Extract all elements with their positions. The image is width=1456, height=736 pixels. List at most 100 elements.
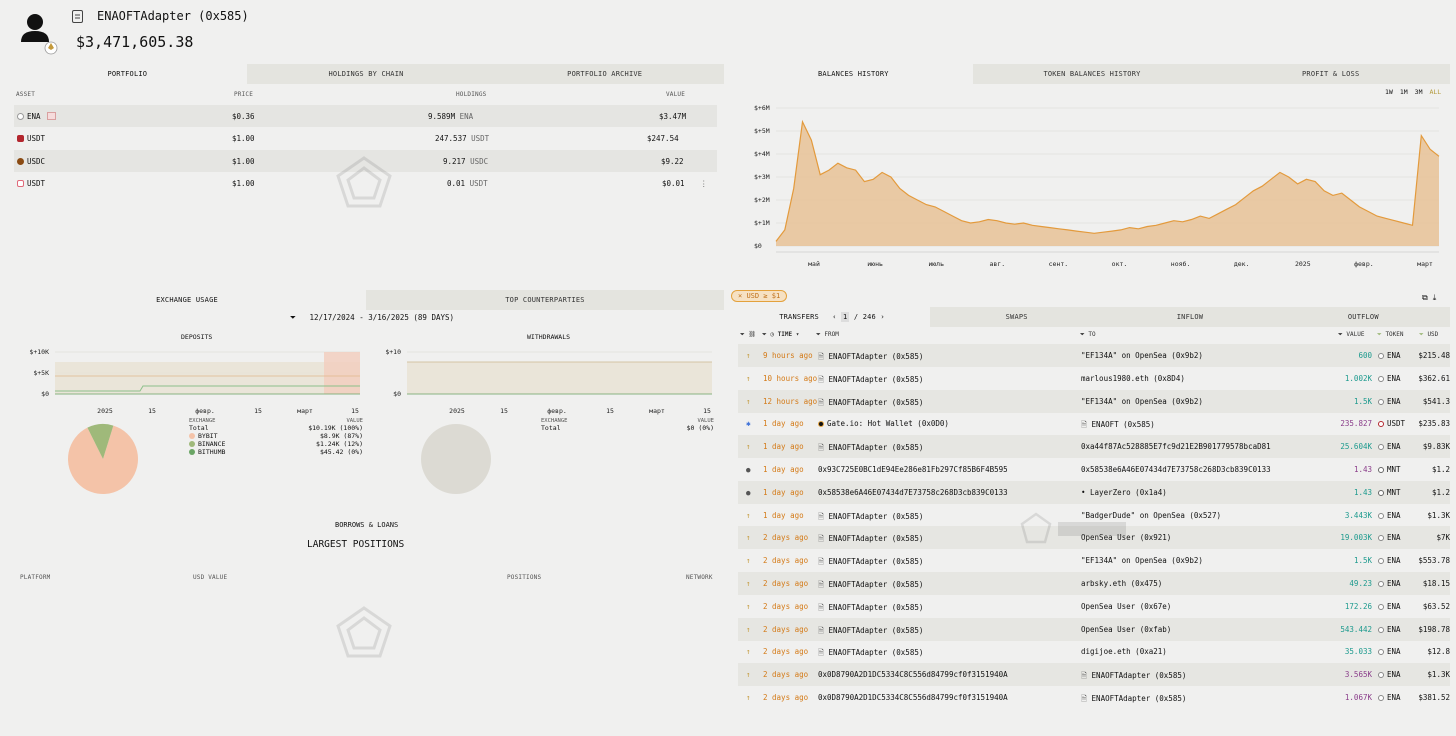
transfer-from[interactable]: 0x93C725E0BC1dE94Ee286e81Fb297Cf85B6F4B5… — [818, 465, 1008, 474]
transfer-row[interactable]: ● 1 day ago 0x93C725E0BC1dE94Ee286e81Fb297… — [738, 458, 1450, 481]
transfer-time[interactable]: 2 days ago — [763, 602, 808, 611]
portfolio-row[interactable]: USDT $1.00 247.537 USDT $247.54 — [14, 127, 717, 149]
tab-top-counterparties[interactable]: TOP COUNTERPARTIES — [366, 290, 724, 310]
transfer-token[interactable]: ENA — [1378, 625, 1401, 634]
page-current[interactable]: 1 — [841, 312, 850, 322]
transfer-row[interactable]: ↑ 2 days ago 🗎 ENAOFTAdapter (0x585) OpenSe… — [738, 617, 1450, 641]
transfer-to[interactable]: "EF134A" on OpenSea (0x9b2) — [1081, 397, 1203, 406]
copy-icon[interactable]: ⧉ — [1422, 293, 1428, 303]
transfer-time[interactable]: 2 days ago — [763, 693, 808, 702]
transfer-to[interactable]: • LayerZero (0x1a4) — [1081, 488, 1167, 497]
transfer-time[interactable]: 2 days ago — [763, 533, 808, 542]
transfer-time[interactable]: 2 days ago — [763, 625, 808, 634]
transfer-to[interactable]: 0xa44f87Ac528885E7fc9d21E2B901779578bcaD… — [1081, 442, 1271, 451]
next-page-icon[interactable]: › — [880, 313, 884, 321]
transfer-time[interactable]: 2 days ago — [763, 556, 808, 565]
transfer-from[interactable]: 0x0D8790A2D1DC5334C8C556d84799cf0f315194… — [818, 670, 1008, 679]
transfer-token[interactable]: MNT — [1378, 488, 1401, 497]
transfer-row[interactable]: ↑ 10 hours ago 🗎 ENAOFTAdapter (0x585) marl… — [738, 367, 1450, 390]
transfer-from[interactable]: 🗎 ENAOFTAdapter (0x585) — [818, 442, 923, 455]
transfer-from[interactable]: 🗎 ENAOFTAdapter (0x585) — [818, 351, 923, 364]
transfer-row[interactable]: ✱ 1 day ago Gate.io: Hot Wallet (0x0D0) 🗎 E… — [738, 412, 1450, 435]
portfolio-row[interactable]: ENA $0.36 9.589M ENA $3.47M — [14, 105, 717, 127]
transfer-to[interactable]: OpenSea User (0xfab) — [1081, 625, 1171, 634]
transfer-token[interactable]: ENA — [1378, 511, 1401, 520]
date-range-filter[interactable]: ⏷ 12/17/2024 - 3/16/2025 (89 DAYS) — [290, 313, 454, 323]
transfer-time[interactable]: 12 hours ago — [763, 397, 817, 406]
tab-portfolio[interactable]: PORTFOLIO — [8, 64, 247, 84]
transfer-from[interactable]: 🗎 ENAOFTAdapter (0x585) — [818, 511, 923, 524]
range-all[interactable]: ALL — [1429, 88, 1441, 96]
transfer-to[interactable]: digijoe.eth (0xa21) — [1081, 647, 1167, 656]
legend-item-bybit[interactable]: BYBIT $8.9K (87%) — [189, 432, 363, 440]
transfer-row[interactable]: ↑ 1 day ago 🗎 ENAOFTAdapter (0x585) 0xa44f8… — [738, 435, 1450, 459]
transfer-time[interactable]: 2 days ago — [763, 647, 808, 656]
transfer-from[interactable]: 🗎 ENAOFTAdapter (0x585) — [818, 625, 923, 638]
tab-outflow[interactable]: OUTFLOW — [1276, 307, 1450, 327]
col-positions[interactable]: POSITIONS — [507, 574, 541, 581]
legend-item-bithumb[interactable]: BITHUMB $45.42 (0%) — [189, 448, 363, 456]
transfer-to[interactable]: 0x58538e6A46E07434d7E73758c268D3cb839C01… — [1081, 465, 1271, 474]
tab-inflow[interactable]: INFLOW — [1103, 307, 1277, 327]
transfer-row[interactable]: ● 1 day ago 0x58538e6A46E07434d7E73758c268… — [738, 480, 1450, 504]
usd-filter-chip[interactable]: × USD ≥ $1 — [731, 290, 788, 302]
deposits-chart[interactable]: $+10K $+5K $0 2025 15 февр. 15 март 15 — [20, 344, 365, 419]
transfer-token[interactable]: ENA — [1378, 374, 1401, 383]
transfer-row[interactable]: ↑ 2 days ago 🗎 ENAOFTAdapter (0x585) arbsky… — [738, 572, 1450, 595]
col-value[interactable]: ⏷ VALUE — [1338, 331, 1364, 339]
range-1m[interactable]: 1M — [1400, 88, 1408, 96]
col-time[interactable]: ⏷ ◷ TIME ▾ — [762, 331, 799, 339]
transfer-token[interactable]: ENA — [1378, 442, 1401, 451]
tab-swaps[interactable]: SWAPS — [930, 307, 1104, 327]
transfer-from[interactable]: 🗎 ENAOFTAdapter (0x585) — [818, 556, 923, 569]
transfer-token[interactable]: USDT — [1378, 419, 1405, 428]
col-from[interactable]: ⏷ FROM — [816, 331, 839, 339]
tab-token-balances-history[interactable]: TOKEN BALANCES HISTORY — [972, 64, 1212, 84]
transfer-time[interactable]: 9 hours ago — [763, 351, 813, 360]
transfer-from[interactable]: 🗎 ENAOFTAdapter (0x585) — [818, 647, 923, 660]
tab-transfers[interactable]: TRANSFERS ‹ 1 / 246 › — [734, 307, 930, 327]
transfer-token[interactable]: ENA — [1378, 579, 1401, 588]
transfer-token[interactable]: ENA — [1378, 670, 1401, 679]
transfer-to[interactable]: arbsky.eth (0x475) — [1081, 579, 1162, 588]
transfer-from[interactable]: 0x0D8790A2D1DC5334C8C556d84799cf0f315194… — [818, 693, 1008, 702]
legend-item-binance[interactable]: BINANCE $1.24K (12%) — [189, 440, 363, 448]
row-menu-icon[interactable]: ⋮ — [700, 179, 708, 188]
tab-holdings-by-chain[interactable]: HOLDINGS BY CHAIN — [246, 64, 486, 84]
col-platform[interactable]: PLATFORM — [20, 574, 51, 581]
transfer-from[interactable]: 🗎 ENAOFTAdapter (0x585) — [818, 579, 923, 592]
transfer-to[interactable]: 🗎 ENAOFTAdapter (0x585) — [1081, 693, 1186, 706]
transfer-row[interactable]: ↑ 2 days ago 🗎 ENAOFTAdapter (0x585) "EF134… — [738, 549, 1450, 572]
transfer-from[interactable]: 🗎 ENAOFTAdapter (0x585) — [818, 374, 923, 387]
tab-exchange-usage[interactable]: EXCHANGE USAGE — [8, 290, 366, 310]
withdrawals-chart[interactable]: $+10 $0 2025 15 февр. 15 март 15 — [372, 344, 717, 419]
transfer-from[interactable]: 🗎 ENAOFTAdapter (0x585) — [818, 533, 923, 546]
transfer-time[interactable]: 2 days ago — [763, 670, 808, 679]
transfer-row[interactable]: ↑ 12 hours ago 🗎 ENAOFTAdapter (0x585) "EF1… — [738, 389, 1450, 413]
transfer-from[interactable]: Gate.io: Hot Wallet (0x0D0) — [818, 419, 949, 428]
transfer-token[interactable]: ENA — [1378, 556, 1401, 565]
col-value[interactable]: VALUE — [666, 91, 685, 98]
col-to[interactable]: ⏷ TO — [1080, 331, 1096, 339]
col-usd-value[interactable]: USD VALUE — [193, 574, 227, 581]
transfer-time[interactable]: 1 day ago — [763, 442, 804, 451]
transfer-to[interactable]: OpenSea User (0x67e) — [1081, 602, 1171, 611]
transfer-row[interactable]: ↑ 9 hours ago 🗎 ENAOFTAdapter (0x585) "EF13… — [738, 344, 1450, 367]
transfer-token[interactable]: MNT — [1378, 465, 1401, 474]
balances-history-chart[interactable]: $+6M $+5M $+4M $+3M $+2M $+1M $0 май июнь июль авг… — [740, 100, 1445, 280]
transfer-from[interactable]: 🗎 ENAOFTAdapter (0x585) — [818, 397, 923, 410]
transfer-to[interactable]: 🗎 ENAOFT (0x585) — [1081, 419, 1155, 432]
transfer-time[interactable]: 1 day ago — [763, 511, 804, 520]
prev-page-icon[interactable]: ‹ — [832, 313, 836, 321]
transfer-token[interactable]: ENA — [1378, 647, 1401, 656]
transfer-token[interactable]: ENA — [1378, 693, 1401, 702]
transfer-token[interactable]: ENA — [1378, 397, 1401, 406]
col-usd[interactable]: ⏷ USD — [1419, 331, 1438, 339]
transfer-from[interactable]: 0x58538e6A46E07434d7E73758c268D3cb839C01… — [818, 488, 1008, 497]
col-network[interactable]: NETWORK — [686, 574, 713, 581]
transfer-time[interactable]: 1 day ago — [763, 488, 804, 497]
col-price[interactable]: PRICE — [234, 91, 253, 98]
tab-balances-history[interactable]: BALANCES HISTORY — [734, 64, 973, 84]
transfer-to[interactable]: "EF134A" on OpenSea (0x9b2) — [1081, 556, 1203, 565]
transfer-time[interactable]: 1 day ago — [763, 419, 804, 428]
